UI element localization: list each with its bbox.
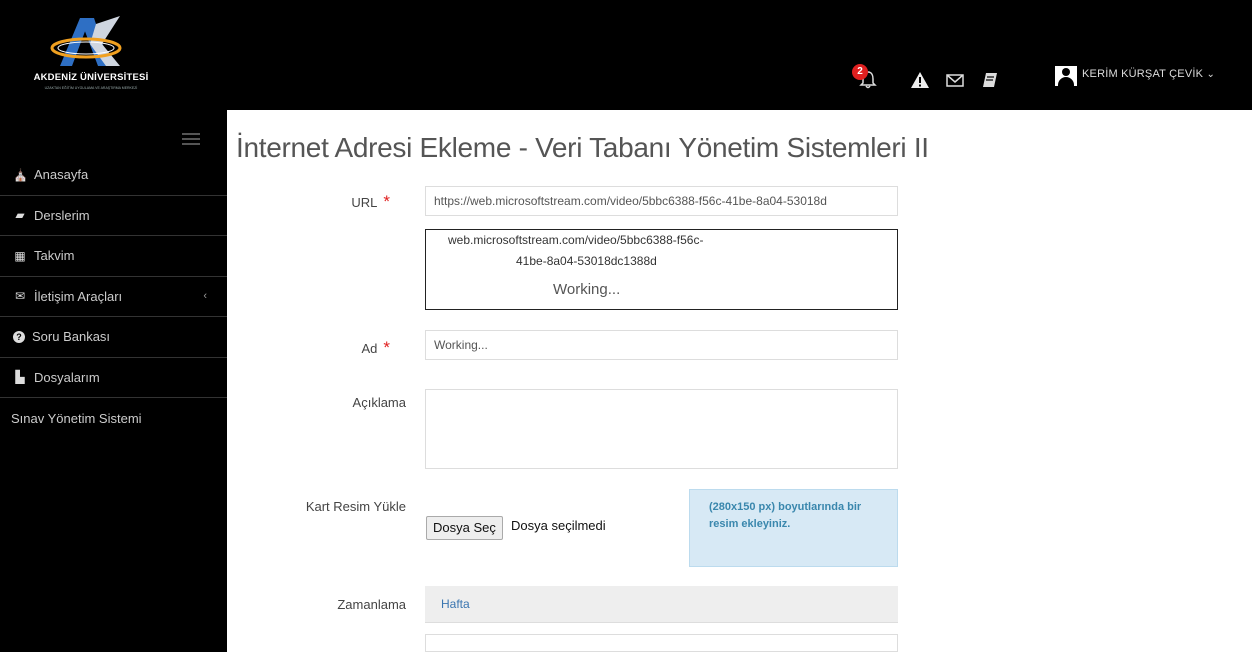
name-label: Ad * [361,338,390,357]
sidebar-item-label: Takvim [34,248,75,264]
user-icon[interactable] [1055,66,1077,86]
sidebar-item-label: İletişim Araçları [34,288,123,304]
required-mark: * [383,192,390,211]
notification-count-badge: 2 [852,64,868,80]
sidebar-item-label: Dosyalarım [34,369,100,385]
sidebar-item-iletisim-araclari[interactable]: ✉ İletişim Araçları ‹ [0,277,227,317]
menu-toggle-icon[interactable] [182,130,200,148]
required-mark: * [383,338,390,357]
logo-mark-icon [50,16,122,66]
schedule-panel [425,634,898,652]
sidebar-item-dosyalarim[interactable]: ▙ Dosyalarım [0,358,227,398]
sidebar-item-label: Anasayfa [34,167,89,183]
sidebar-item-sinav-yonetim-sistemi[interactable]: Sınav Yönetim Sistemi [0,398,227,439]
preview-url-line: web.microsoftstream.com/video/5bbc6388-f… [448,233,704,247]
sidebar-menu: ⛪ Anasayfa ▰ Derslerim ▦ Takvim ✉ İletiş… [0,155,227,439]
book-icon[interactable] [980,70,1000,90]
warning-icon[interactable] [910,70,930,90]
top-bar: AKDENİZ ÜNİVERSİTESİ UZAKTAN EĞİTİM UYGU… [0,0,1252,110]
chevron-down-icon: ⌄ [1206,69,1216,80]
preview-status: Working... [553,281,621,298]
calendar-icon: ▦ [14,248,26,263]
home-icon: ⛪ [13,167,28,182]
name-input[interactable]: Working... [425,330,898,360]
sidebar-item-anasayfa[interactable]: ⛪ Anasayfa [0,155,227,196]
sidebar-item-soru-bankasi[interactable]: ? Soru Bankası [0,317,227,358]
file-icon: ▙ [15,370,25,385]
description-textarea[interactable] [425,389,898,469]
sidebar-item-derslerim[interactable]: ▰ Derslerim [0,196,227,236]
university-name: AKDENİZ ÜNİVERSİTESİ [33,72,149,83]
card-image-label: Kart Resim Yükle [305,499,406,514]
file-status: Dosya seçilmedi [511,518,606,533]
user-name: KERİM KÜRŞAT ÇEVİK [1082,68,1204,80]
schedule-tab-bar: Hafta [425,586,898,623]
envelope-icon: ✉ [14,289,26,304]
preview-url-line: 41be-8a04-53018dc1388d [516,254,657,268]
tab-hafta[interactable]: Hafta [441,597,470,611]
description-label: Açıklama [352,395,406,410]
university-logo[interactable]: AKDENİZ ÜNİVERSİTESİ UZAKTAN EĞİTİM UYGU… [26,14,156,104]
sidebar-item-label: Sınav Yönetim Sistemi [11,410,142,426]
image-size-info-box: (280x150 px) boyutlarında bir resim ekle… [689,489,898,567]
sidebar-item-label: Soru Bankası [32,329,111,345]
question-icon: ? [13,330,25,343]
url-input[interactable]: https://web.microsoftstream.com/video/5b… [425,186,898,216]
user-menu[interactable]: KERİM KÜRŞAT ÇEVİK ⌄ [1082,68,1215,80]
envelope-icon[interactable] [945,70,965,90]
sidebar-item-label: Derslerim [34,207,90,223]
sidebar-item-takvim[interactable]: ▦ Takvim [0,236,227,277]
url-label: URL * [351,192,390,211]
choose-file-button[interactable]: Dosya Seç [426,516,503,540]
sidebar: ⛪ Anasayfa ▰ Derslerim ▦ Takvim ✉ İletiş… [0,110,227,652]
university-subtitle: UZAKTAN EĞİTİM UYGULAMA VE ARAŞTIRMA MER… [44,86,138,90]
page-title: İnternet Adresi Ekleme - Veri Tabanı Yön… [236,132,929,163]
chevron-left-icon: ‹ [203,290,207,303]
schedule-label: Zamanlama [337,597,406,612]
book-icon: ▰ [15,208,25,223]
url-preview-box: web.microsoftstream.com/video/5bbc6388-f… [425,229,898,310]
